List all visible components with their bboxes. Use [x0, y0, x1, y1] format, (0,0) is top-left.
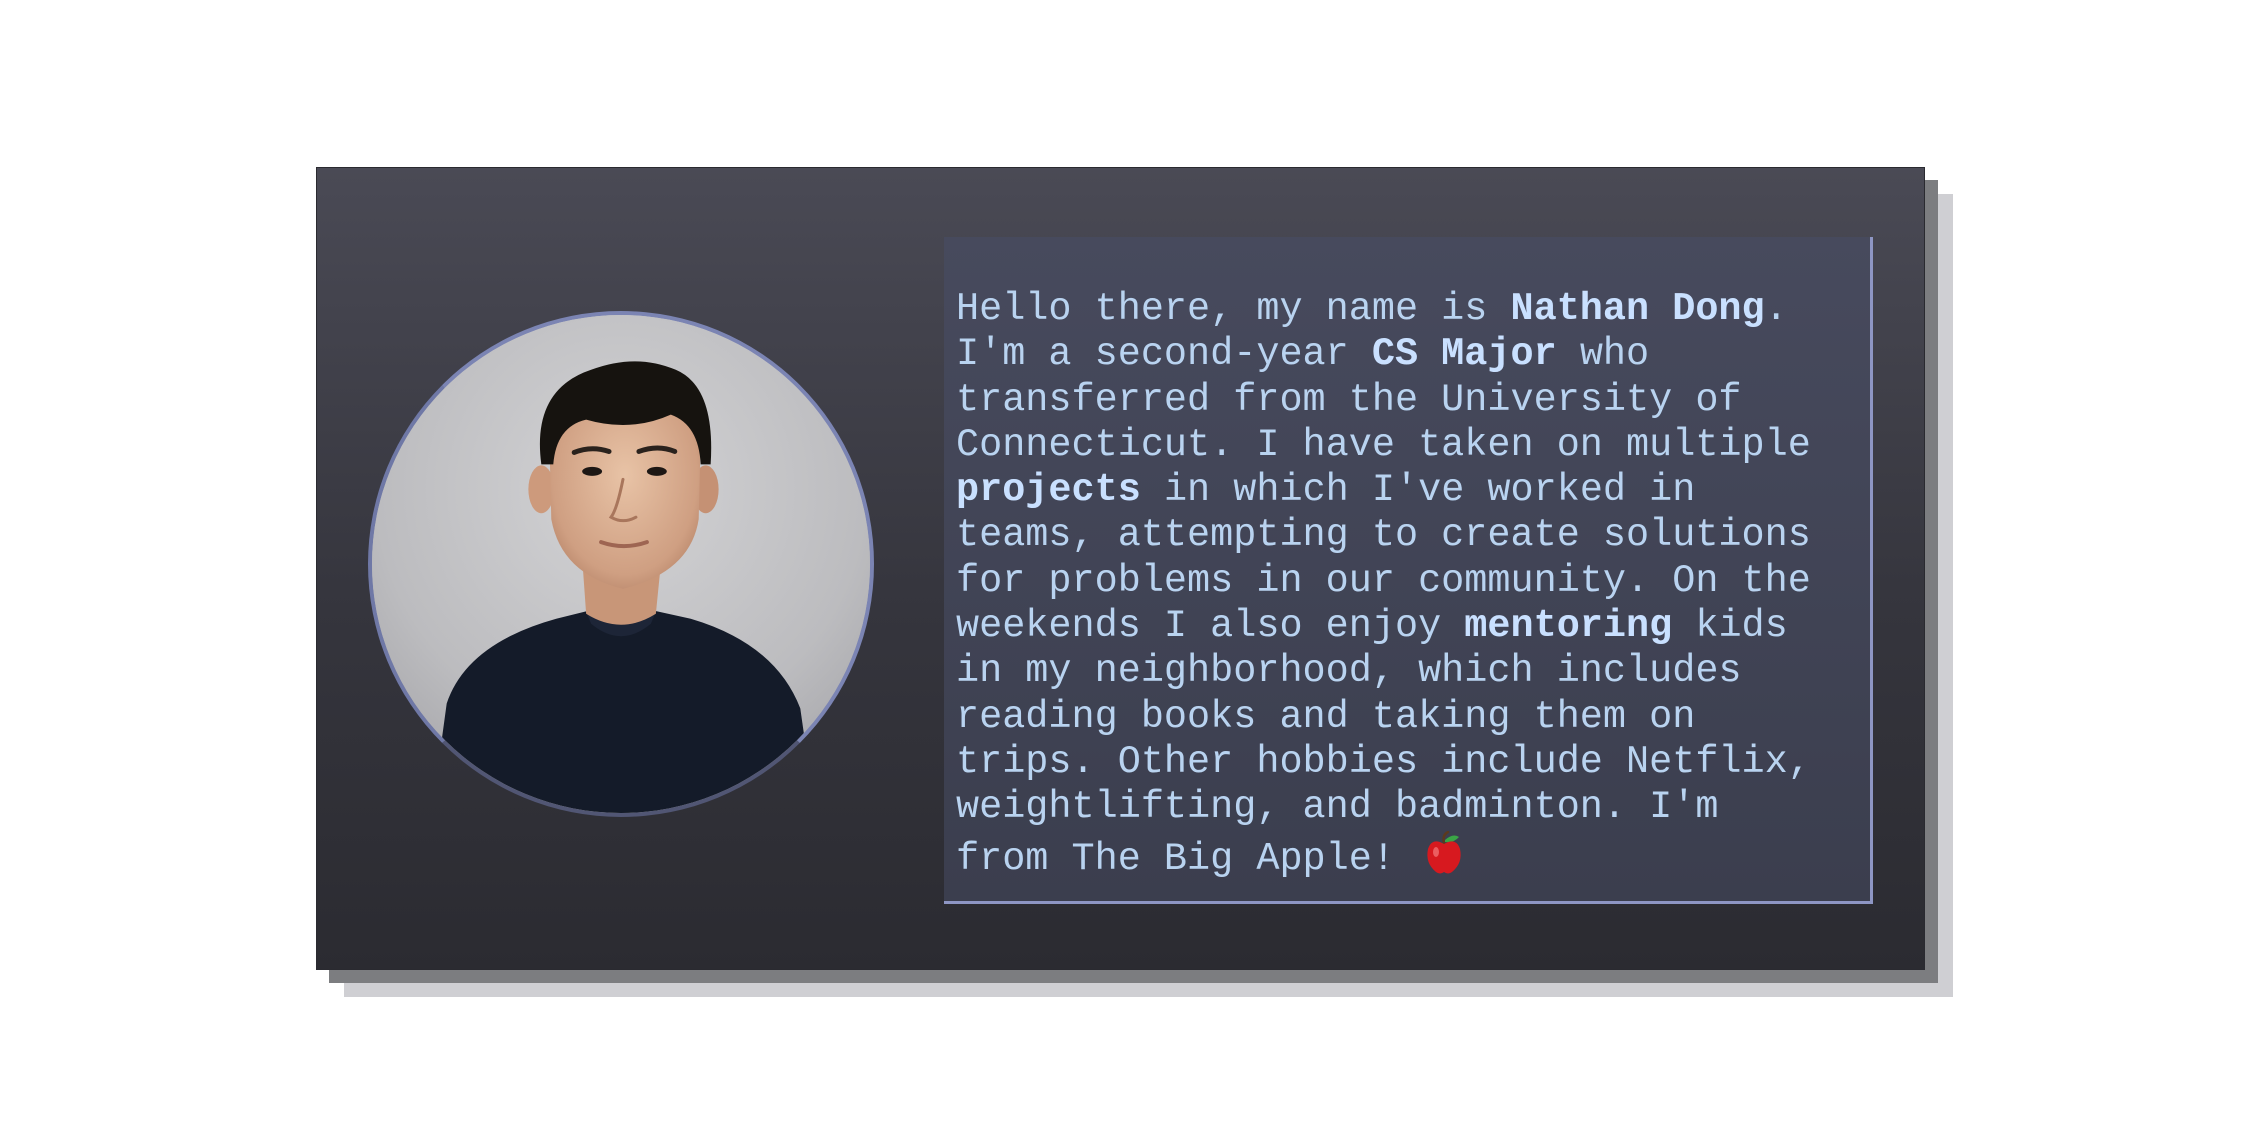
bio-major-highlight: CS Major [1371, 332, 1557, 377]
bio-line-2-post: who [1556, 332, 1650, 377]
bio-line-11: trips. Other hobbies include Netflix, [956, 739, 1811, 784]
bio-line-12: weightlifting, and badminton. I'm [956, 785, 1719, 830]
bio-line-4: Connecticut. I have taken on multiple [956, 422, 1811, 467]
bio-line-1-post: . [1764, 287, 1788, 331]
bio-line-1-pre: Hello there, my name is [956, 287, 1511, 331]
bio-line-10: reading books and taking them on [956, 694, 1696, 739]
bio-name-highlight: Nathan Dong [1510, 287, 1765, 331]
bio-line-8-pre: weekends I also enjoy [956, 604, 1465, 649]
profile-card: Hello there, my name is Nathan Dong. I'm… [316, 167, 1925, 970]
bio-mentoring-highlight: mentoring [1464, 604, 1673, 649]
bio-panel: Hello there, my name is Nathan Dong. I'm… [944, 237, 1873, 904]
bio-line-8-post: kids [1672, 604, 1788, 649]
page: Hello there, my name is Nathan Dong. I'm… [0, 0, 2254, 1148]
bio-line-13: from The Big Apple! [956, 836, 1419, 881]
bio-line-7: for problems in our community. On the [956, 558, 1811, 603]
bio-line-6: teams, attempting to create solutions [956, 513, 1811, 558]
bio-line-9: in my neighborhood, which includes [956, 649, 1742, 694]
profile-photo [368, 311, 874, 817]
apple-icon [1427, 830, 1461, 874]
bio-text: Hello there, my name is Nathan Dong. I'm… [956, 287, 1852, 882]
bio-projects-highlight: projects [956, 468, 1141, 513]
profile-photo-image [372, 315, 870, 813]
bio-line-3: transferred from the University of [956, 377, 1742, 422]
bio-line-2-pre: I'm a second-year [956, 332, 1372, 377]
bio-line-5-post: in which I've worked in [1140, 468, 1696, 513]
